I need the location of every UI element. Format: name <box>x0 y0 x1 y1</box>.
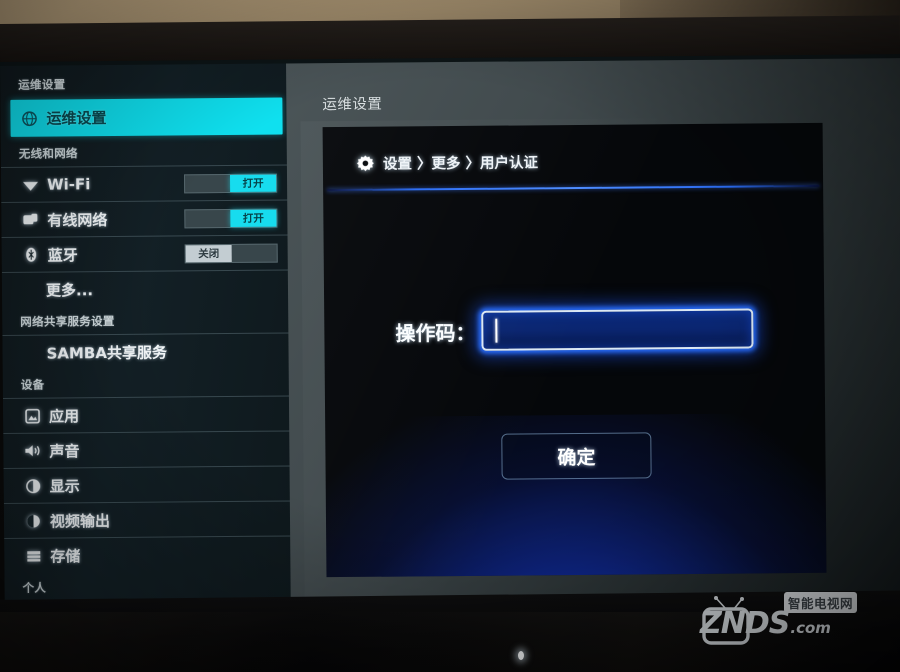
sidebar-item-label: 更多... <box>45 280 94 300</box>
znds-watermark: 智能电视网 ZNDS .com <box>700 588 885 650</box>
sidebar-item-label: Wi-Fi <box>46 175 91 194</box>
sidebar-item-more[interactable]: 更多... <box>1 269 293 307</box>
bluetooth-icon <box>20 247 42 263</box>
breadcrumb-text: 设置 〉更多 〉用户认证 <box>382 155 539 173</box>
sidebar-item-apps[interactable]: 应用 <box>2 395 294 433</box>
tv-photo: 运维设置 运维设置 无线和网络 Wi-Fi 打开 有线网络 打开 蓝牙 关闭 更… <box>0 0 900 672</box>
operation-code-label: 操作码： <box>395 320 476 346</box>
sidebar-section-header-ops: 运维设置 <box>18 77 66 92</box>
sidebar-item-display[interactable]: 显示 <box>3 465 294 503</box>
text-caret <box>495 318 498 343</box>
sidebar-item-ethernet[interactable]: 有线网络 打开 <box>1 199 292 237</box>
speaker-icon <box>21 444 43 458</box>
bluetooth-toggle[interactable]: 关闭 <box>184 243 278 264</box>
user-auth-dialog: 设置 〉更多 〉用户认证 操作码： 确定 <box>322 122 827 578</box>
power-led-indicator <box>518 651 524 660</box>
ethernet-icon <box>19 213 41 227</box>
sidebar-item-label: 蓝牙 <box>47 245 78 265</box>
wifi-toggle[interactable]: 打开 <box>183 173 278 194</box>
sidebar-item-wifi[interactable]: Wi-Fi 打开 <box>0 164 292 202</box>
operation-code-field-row: 操作码： <box>324 308 824 352</box>
sidebar-item-storage[interactable]: 存储 <box>4 535 295 573</box>
sidebar-item-bluetooth[interactable]: 蓝牙 关闭 <box>1 234 292 272</box>
sidebar-item-samba[interactable]: SAMBA共享服务 <box>2 332 293 370</box>
tv-screen: 运维设置 运维设置 无线和网络 Wi-Fi 打开 有线网络 打开 蓝牙 关闭 更… <box>0 54 900 614</box>
breadcrumb: 设置 〉更多 〉用户认证 <box>356 151 539 174</box>
confirm-button-label: 确定 <box>557 446 596 469</box>
dialog-divider <box>327 184 820 192</box>
page-title: 运维设置 <box>322 96 383 114</box>
watermark-znds: ZNDS <box>700 606 790 641</box>
sidebar-item-video-output[interactable]: 视频输出 <box>3 500 295 538</box>
sidebar-item-sound[interactable]: 声音 <box>3 430 294 468</box>
watermark-brand: ZNDS .com <box>700 606 831 641</box>
sidebar-section-header-network: 无线和网络 <box>18 146 78 161</box>
content-panel: 运维设置 设置 〉更多 〉用户认证 操作码： 确定 <box>286 58 900 612</box>
sidebar-section-header-sharing: 网络共享服务设置 <box>20 314 115 329</box>
toggle-knob-off: 关闭 <box>185 244 232 263</box>
sidebar-item-ops-settings[interactable]: 运维设置 <box>10 97 283 137</box>
apps-icon <box>21 408 43 424</box>
sidebar-section-header-device: 设备 <box>20 377 45 392</box>
sidebar-item-label: 运维设置 <box>46 109 107 128</box>
storage-icon <box>22 549 44 562</box>
confirm-button[interactable]: 确定 <box>501 432 652 480</box>
toggle-knob-on: 打开 <box>230 209 277 227</box>
video-output-icon <box>22 513 44 528</box>
sidebar-item-label: 有线网络 <box>47 210 108 230</box>
globe-icon <box>18 110 40 126</box>
settings-sidebar: 运维设置 运维设置 无线和网络 Wi-Fi 打开 有线网络 打开 蓝牙 关闭 更… <box>0 63 295 614</box>
brightness-icon <box>22 478 44 493</box>
sidebar-item-label: 存储 <box>50 546 81 566</box>
wifi-icon <box>19 178 41 191</box>
watermark-tld: .com <box>790 619 831 637</box>
sidebar-item-label: 视频输出 <box>49 511 111 531</box>
ethernet-toggle[interactable]: 打开 <box>184 208 278 229</box>
operation-code-input[interactable] <box>481 308 754 351</box>
sidebar-item-label: 应用 <box>49 406 80 426</box>
sidebar-item-label: 声音 <box>49 441 80 461</box>
sidebar-item-label: SAMBA共享服务 <box>46 343 168 363</box>
sidebar-item-label: 显示 <box>49 476 80 496</box>
toggle-knob-on: 打开 <box>229 174 277 192</box>
gear-icon <box>356 155 374 172</box>
